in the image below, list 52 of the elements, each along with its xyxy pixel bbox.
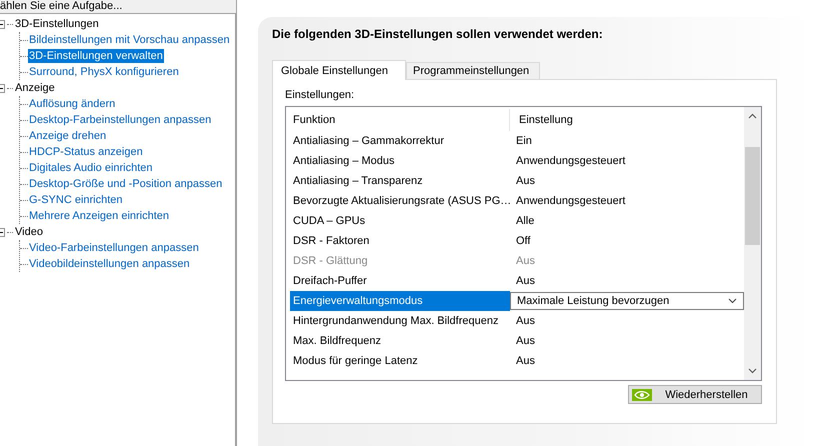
function-cell[interactable]: Max. Bildfrequenz (290, 331, 510, 351)
function-cell[interactable]: Modus für geringe Latenz (290, 351, 510, 371)
setting-value: Aus (516, 175, 535, 187)
category-label[interactable]: 3D-Einstellungen (15, 17, 99, 31)
setting-value: Anwendungsgesteuert (516, 195, 626, 207)
tab[interactable]: Globale Einstellungen (272, 60, 406, 80)
setting-value: Anwendungsgesteuert (516, 155, 626, 167)
task-link[interactable]: Mehrere Anzeigen einrichten (28, 209, 170, 223)
settings-label: Einstellungen: (285, 89, 356, 102)
function-cell[interactable]: Energieverwaltungsmodus (290, 291, 510, 311)
setting-value: Off (516, 235, 530, 247)
setting-value: Aus (516, 335, 535, 347)
column-header[interactable]: Funktion (290, 114, 336, 126)
setting-value: Ein (516, 135, 532, 147)
setting-value: Aus (516, 275, 535, 287)
task-prompt: ählen Sie eine Aufgabe... (0, 0, 122, 13)
task-link[interactable]: Bildeinstellungen mit Vorschau anpassen (28, 33, 231, 47)
restore-button[interactable]: Wiederherstellen (628, 385, 762, 404)
function-cell[interactable]: Antialiasing – Modus (290, 151, 510, 171)
function-cell[interactable]: Antialiasing – Transparenz (290, 171, 510, 191)
task-link[interactable]: G-SYNC einrichten (28, 193, 124, 207)
category-label[interactable]: Anzeige (15, 81, 55, 95)
task-link[interactable]: Desktop-Farbeinstellungen anpassen (28, 113, 212, 127)
task-link[interactable]: Videobildeinstellungen anpassen (28, 257, 191, 271)
function-cell[interactable]: DSR - Faktoren (290, 231, 510, 251)
tab[interactable]: Programmeinstellungen (406, 62, 540, 79)
scrollbar-thumb[interactable] (745, 147, 760, 245)
function-cell[interactable]: CUDA – GPUs (290, 211, 510, 231)
section-title: Die folgenden 3D-Einstellungen sollen verwendet werden: (272, 27, 604, 41)
task-link[interactable]: Video-Farbeinstellungen anpassen (28, 241, 200, 255)
task-link[interactable]: HDCP-Status anzeigen (28, 145, 144, 159)
category-label[interactable]: Video (15, 225, 43, 239)
function-cell[interactable]: Bevorzugte Aktualisierungsrate (ASUS PG… (290, 191, 510, 211)
column-header[interactable]: Einstellung (516, 114, 573, 126)
task-link[interactable]: Anzeige drehen (28, 129, 108, 143)
scroll-down-icon[interactable] (748, 368, 757, 374)
setting-value: Alle (516, 215, 534, 227)
scrollbar[interactable] (744, 107, 761, 380)
scroll-up-icon[interactable] (748, 113, 757, 119)
setting-value: Aus (516, 355, 535, 367)
task-link[interactable]: Surround, PhysX konfigurieren (28, 65, 180, 79)
task-link[interactable]: Desktop-Größe und -Position anpassen (28, 177, 224, 191)
function-cell[interactable]: Antialiasing – Gammakorrektur (290, 131, 510, 151)
task-link[interactable]: 3D-Einstellungen verwalten (28, 49, 164, 63)
chevron-down-icon (728, 298, 737, 304)
function-cell[interactable]: Dreifach-Puffer (290, 271, 510, 291)
setting-value: Aus (516, 255, 535, 267)
task-link[interactable]: Digitales Audio einrichten (28, 161, 154, 175)
function-cell[interactable]: Hintergrundanwendung Max. Bildfrequenz (290, 311, 510, 331)
task-link[interactable]: Auflösung ändern (28, 97, 116, 111)
setting-dropdown[interactable]: Maximale Leistung bevorzugen (510, 292, 744, 310)
setting-value: Aus (516, 315, 535, 327)
